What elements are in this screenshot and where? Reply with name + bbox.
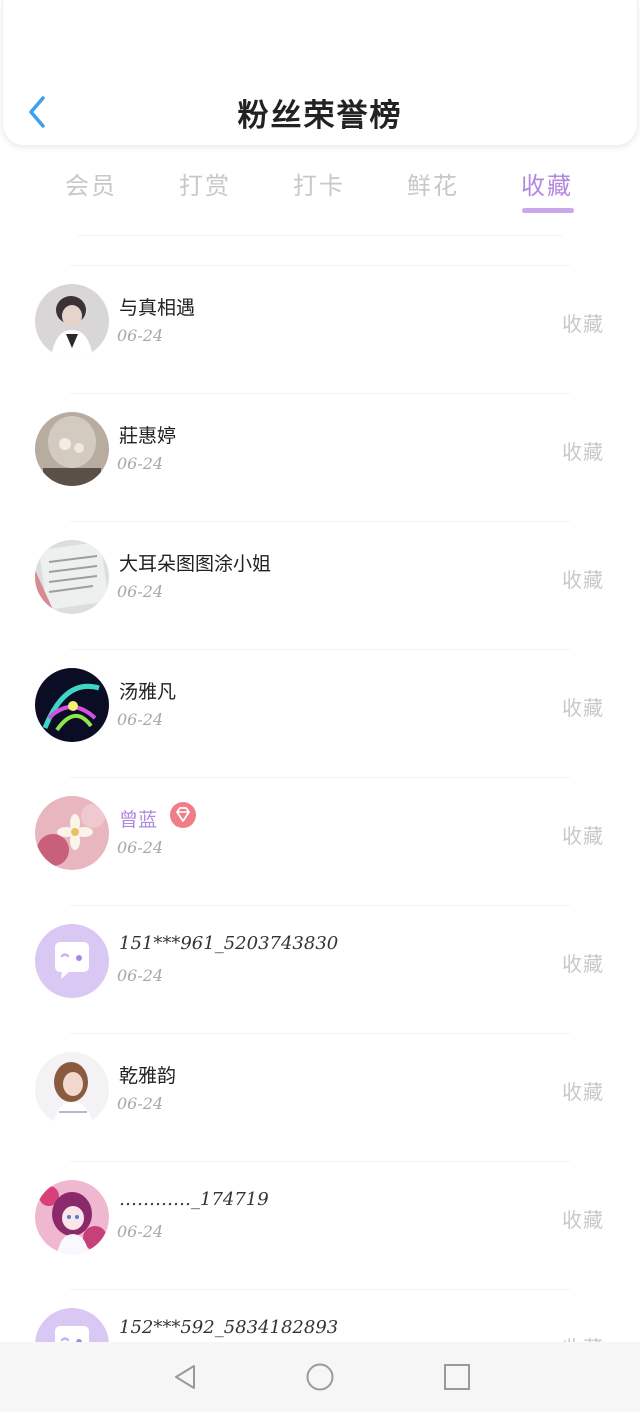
list-item[interactable]: 大耳朵图图涂小姐 06-24 收藏 [0,521,640,649]
favorite-label: 收藏 [562,312,604,336]
tab-flowers[interactable]: 鲜花 [388,166,478,201]
favorite-label: 收藏 [562,440,604,464]
nav-back-button[interactable] [170,1362,200,1392]
divider [70,649,570,650]
list-item[interactable]: 莊惠婷 06-24 收藏 [0,393,640,521]
tab-membership[interactable]: 会员 [46,166,136,201]
divider [70,521,570,522]
nav-recents-button[interactable] [442,1362,472,1392]
fan-name: 曾蓝 [119,809,158,831]
list-item[interactable]: 151***961_5203743830 06-24 收藏 [0,905,640,1033]
favorite-label: 收藏 [562,696,604,720]
system-nav-bar [0,1342,640,1412]
fan-name: 汤雅凡 [119,681,177,703]
list-item[interactable]: …………_174719 06-24 收藏 [0,1161,640,1289]
fan-name: 与真相遇 [119,297,196,319]
favorite-label: 收藏 [562,824,604,848]
fan-name: 莊惠婷 [119,425,177,447]
fan-name: …………_174719 [119,1189,269,1210]
fan-date: 06-24 [117,966,164,985]
divider [70,393,570,394]
fan-date: 06-24 [117,838,164,857]
avatar[interactable] [35,412,109,486]
diamond-icon [176,807,190,822]
active-tab-indicator [522,208,574,213]
divider [70,905,570,906]
tab-tips[interactable]: 打赏 [160,166,250,201]
screen: 粉丝荣誉榜 会员 打赏 打卡 鲜花 收藏 与真相遇 06-24 收藏 莊惠婷 0… [0,0,640,1412]
favorite-label: 收藏 [562,952,604,976]
fan-name: 乾雅韵 [119,1065,177,1087]
tab-checkin[interactable]: 打卡 [274,166,364,201]
divider [70,265,570,266]
back-triangle-icon [175,1365,195,1389]
favorite-label: 收藏 [562,568,604,592]
divider [78,235,562,236]
tab-favorites[interactable]: 收藏 [502,166,592,201]
fan-date: 06-24 [117,710,164,729]
avatar[interactable] [35,1180,109,1254]
list-item[interactable]: 与真相遇 06-24 收藏 [0,265,640,393]
divider [70,1289,570,1290]
avatar[interactable] [35,796,109,870]
favorite-label: 收藏 [562,1208,604,1232]
fan-date: 06-24 [117,582,164,601]
list-item[interactable]: 曾蓝 06-24 收藏 [0,777,640,905]
list-item[interactable]: 汤雅凡 06-24 收藏 [0,649,640,777]
header: 粉丝荣誉榜 [2,0,638,146]
fan-name: 大耳朵图图涂小姐 [119,553,272,575]
fan-name: 151***961_5203743830 [119,933,339,954]
fan-date: 06-24 [117,1094,164,1113]
nav-home-button[interactable] [305,1362,335,1392]
avatar[interactable] [35,284,109,358]
divider [70,777,570,778]
page-title: 粉丝荣誉榜 [237,98,403,134]
divider [70,1161,570,1162]
vip-diamond-badge [170,802,196,828]
fan-date: 06-24 [117,326,164,345]
favorite-label: 收藏 [562,1080,604,1104]
default-chat-icon [35,924,109,998]
fan-date: 06-24 [117,1222,164,1241]
recents-square-icon [444,1364,470,1390]
home-circle-icon [306,1363,334,1391]
avatar[interactable] [35,924,109,998]
fan-date: 06-24 [117,454,164,473]
list-item[interactable]: 乾雅韵 06-24 收藏 [0,1033,640,1161]
fan-name: 152***592_5834182893 [119,1317,339,1338]
avatar[interactable] [35,540,109,614]
avatar[interactable] [35,1052,109,1126]
avatar[interactable] [35,668,109,742]
divider [70,1033,570,1034]
